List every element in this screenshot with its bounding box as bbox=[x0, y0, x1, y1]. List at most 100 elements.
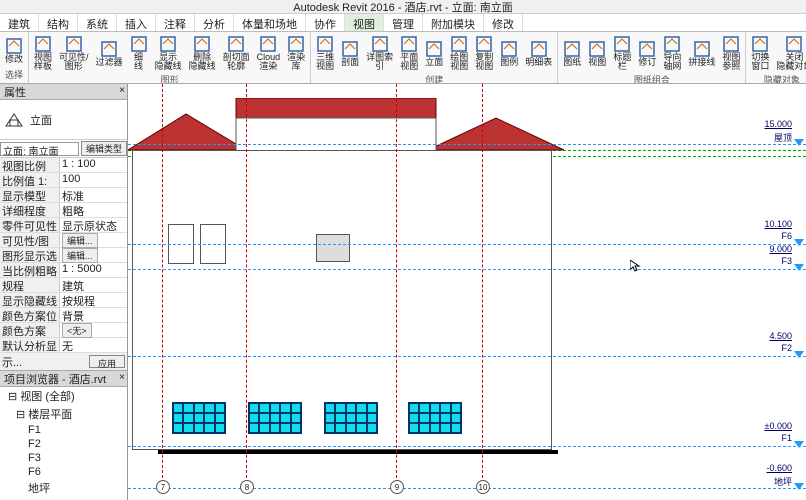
elevation-icon bbox=[4, 110, 24, 130]
grid-8[interactable]: 8 bbox=[246, 84, 247, 488]
3d-button[interactable]: 三维 视图 bbox=[313, 34, 337, 72]
hidden-button[interactable]: 显示 隐藏线 bbox=[152, 34, 185, 72]
tab-视图[interactable]: 视图 bbox=[345, 14, 384, 31]
browser-title: 项目浏览器 - 酒店.rvt bbox=[4, 371, 106, 387]
prop-row: 显示模型标准 bbox=[0, 188, 127, 203]
profile-button[interactable]: 剖切面 轮廓 bbox=[220, 34, 253, 72]
remove-button[interactable]: 删除 隐藏线 bbox=[186, 34, 219, 72]
tab-体量和场地[interactable]: 体量和场地 bbox=[234, 14, 306, 31]
value-chip[interactable]: <无> bbox=[62, 323, 92, 338]
tab-分析[interactable]: 分析 bbox=[195, 14, 234, 31]
level-marker-icon bbox=[794, 239, 804, 246]
close-icon[interactable]: × bbox=[119, 372, 125, 383]
guide-button[interactable]: 导向 轴网 bbox=[660, 34, 684, 72]
tree-item[interactable]: F2 bbox=[0, 437, 127, 451]
render-button[interactable]: Cloud 渲染 bbox=[254, 34, 284, 72]
visibility-icon bbox=[65, 35, 83, 53]
tab-插入[interactable]: 插入 bbox=[117, 14, 156, 31]
view-template-button[interactable]: 视图 样板 bbox=[31, 34, 55, 72]
filter-button[interactable]: 过滤器 bbox=[93, 34, 126, 72]
btn-label: 修订 bbox=[638, 58, 656, 67]
section-button[interactable]: 剖面 bbox=[338, 34, 362, 72]
level-F1[interactable]: ±0.000F1 bbox=[128, 446, 806, 447]
sched-button[interactable]: 明细表 bbox=[522, 34, 555, 72]
drawing-canvas[interactable]: 15.000屋顶 10.100F6 9.000F3 4.500F2 ±0.000F1 -0… bbox=[128, 84, 806, 500]
prop-value[interactable]: 编辑... bbox=[60, 233, 127, 247]
prop-value[interactable]: 100 bbox=[60, 173, 127, 187]
prop-value[interactable]: 标准 bbox=[60, 188, 127, 202]
tree-item[interactable]: F1 bbox=[0, 423, 127, 437]
level-value: -0.600 bbox=[766, 463, 792, 473]
properties-title: 属性 bbox=[4, 84, 26, 100]
prop-value[interactable]: 背景 bbox=[60, 308, 127, 322]
instance-selector[interactable]: 立面: 南立面 bbox=[0, 142, 79, 156]
edit-type-button[interactable]: 编辑类型 bbox=[81, 141, 127, 156]
apply-button[interactable]: 应用 bbox=[89, 355, 125, 368]
type-thumb[interactable]: 立面 bbox=[0, 100, 127, 140]
close-icon[interactable]: × bbox=[119, 85, 125, 96]
plan-icon bbox=[400, 35, 418, 53]
section-icon bbox=[341, 40, 359, 58]
rev-button[interactable]: 修订 bbox=[635, 34, 659, 72]
tab-协作[interactable]: 协作 bbox=[306, 14, 345, 31]
level-屋顶[interactable]: 15.000屋顶 bbox=[128, 144, 806, 145]
thin-button[interactable]: 细 线 bbox=[127, 34, 151, 72]
prop-value[interactable]: 无 bbox=[60, 338, 127, 352]
match-button[interactable]: 拼接线 bbox=[685, 34, 718, 72]
tab-管理[interactable]: 管理 bbox=[384, 14, 423, 31]
elev-button[interactable]: 立面 bbox=[422, 34, 446, 72]
tree-item[interactable]: ⊟ 视图 (全部) bbox=[0, 387, 127, 405]
prop-value[interactable]: 1 : 100 bbox=[60, 158, 127, 172]
tree-item[interactable]: ⊟ 楼层平面 bbox=[0, 405, 127, 423]
level-F2[interactable]: 4.500F2 bbox=[128, 356, 806, 357]
title-button[interactable]: 标题 栏 bbox=[610, 34, 634, 72]
prop-value[interactable]: 粗略 bbox=[60, 203, 127, 217]
prop-value[interactable]: 按规程 bbox=[60, 293, 127, 307]
group-label: 图纸组合 bbox=[560, 72, 743, 84]
tab-结构[interactable]: 结构 bbox=[39, 14, 78, 31]
prop-label: 显示模型 bbox=[0, 188, 60, 202]
tree-item[interactable]: F6 bbox=[0, 465, 127, 479]
switch-button[interactable]: 切换 窗口 bbox=[748, 34, 772, 72]
prop-value[interactable]: 建筑 bbox=[60, 278, 127, 292]
level-marker-icon bbox=[794, 139, 804, 146]
btn-label: 细 线 bbox=[134, 53, 143, 71]
close-button[interactable]: 关闭 隐藏对象 bbox=[773, 34, 806, 72]
profile-icon bbox=[227, 35, 245, 53]
tab-注释[interactable]: 注释 bbox=[156, 14, 195, 31]
modify-button[interactable]: 修改 bbox=[2, 34, 26, 67]
legend-button[interactable]: 图例 bbox=[497, 34, 521, 72]
gallery-button[interactable]: 渲染 库 bbox=[284, 34, 308, 72]
view-button[interactable]: 视图 bbox=[585, 34, 609, 72]
sheet-button[interactable]: 图纸 bbox=[560, 34, 584, 72]
tab-附加模块[interactable]: 附加模块 bbox=[423, 14, 484, 31]
view-icon bbox=[588, 40, 606, 58]
edit-button[interactable]: 编辑... bbox=[62, 248, 98, 263]
ref-button[interactable]: 视图 参照 bbox=[719, 34, 743, 72]
tab-系统[interactable]: 系统 bbox=[78, 14, 117, 31]
edit-button[interactable]: 编辑... bbox=[62, 233, 98, 248]
level-F6[interactable]: 10.100F6 bbox=[128, 244, 806, 245]
dup-button[interactable]: 复制 视图 bbox=[472, 34, 496, 72]
level-F3[interactable]: 9.000F3 bbox=[128, 269, 806, 270]
level-地坪[interactable]: -0.600地坪 bbox=[128, 488, 806, 489]
grid-9[interactable]: 9 bbox=[396, 84, 397, 488]
draft-button[interactable]: 绘图 视图 bbox=[447, 34, 471, 72]
prop-label: 规程 bbox=[0, 278, 60, 292]
prop-value[interactable]: 1 : 5000 bbox=[60, 263, 127, 277]
plan-button[interactable]: 平面 视图 bbox=[397, 34, 421, 72]
visibility-button[interactable]: 可见性/ 图形 bbox=[56, 34, 92, 72]
tree-item[interactable]: F3 bbox=[0, 451, 127, 465]
tab-修改[interactable]: 修改 bbox=[484, 14, 523, 31]
callout-button[interactable]: 详图索 引 bbox=[363, 34, 396, 72]
prop-value[interactable]: 显示原状态 bbox=[60, 218, 127, 232]
prop-value[interactable]: 编辑... bbox=[60, 248, 127, 262]
tab-建筑[interactable]: 建筑 bbox=[0, 14, 39, 31]
grid-10[interactable]: 10 bbox=[482, 84, 483, 488]
btn-label: 明细表 bbox=[525, 58, 552, 67]
prop-value[interactable]: <无> bbox=[60, 323, 127, 337]
prop-label: 详细程度 bbox=[0, 203, 60, 217]
level-value: ±0.000 bbox=[765, 421, 792, 431]
tree-item[interactable]: 地坪 bbox=[0, 479, 127, 497]
grid-7[interactable]: 7 bbox=[162, 84, 163, 488]
